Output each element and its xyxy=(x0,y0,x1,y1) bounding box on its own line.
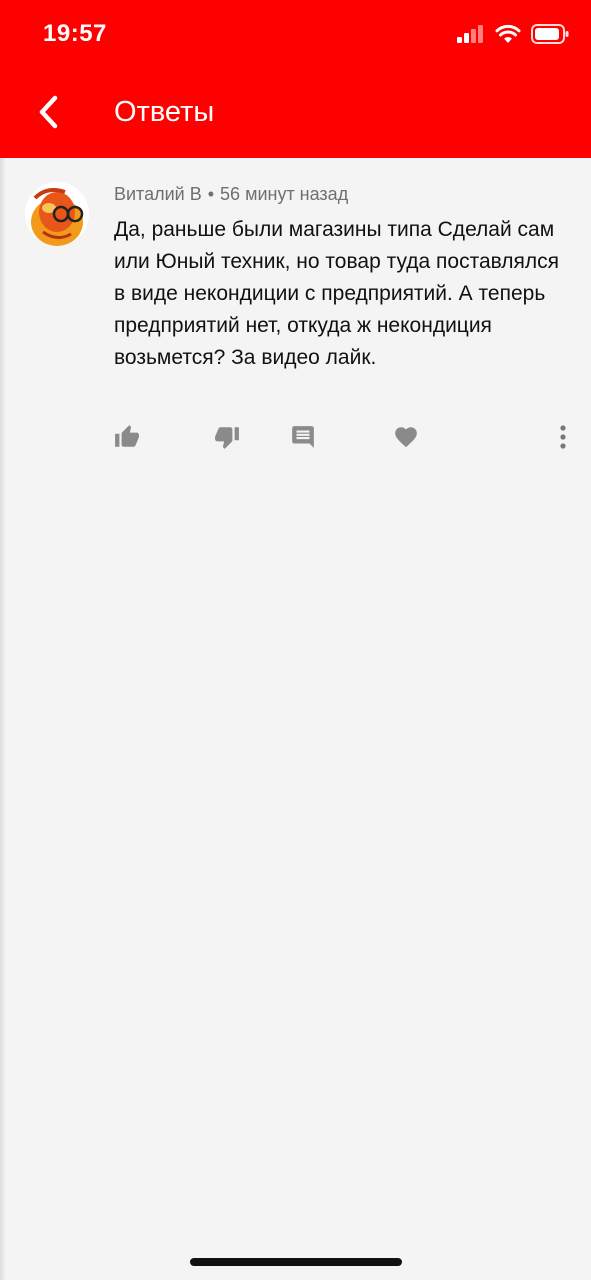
page-title: Ответы xyxy=(114,96,215,128)
more-options-button[interactable] xyxy=(548,424,578,454)
more-vertical-icon xyxy=(558,424,568,455)
heart-icon xyxy=(393,424,419,455)
battery-icon xyxy=(531,23,569,49)
heart-button[interactable] xyxy=(391,424,421,454)
reply-icon xyxy=(290,424,316,455)
avatar[interactable] xyxy=(25,182,89,246)
thumb-up-icon xyxy=(114,424,140,455)
back-button[interactable] xyxy=(26,90,70,138)
thumb-down-icon xyxy=(214,424,240,455)
edge-shadow xyxy=(0,158,6,1280)
status-icons xyxy=(457,23,569,49)
app-header: 19:57 Ответы xyxy=(0,0,591,158)
comment-text: Да, раньше были магазины типа Сделай сам… xyxy=(114,218,560,369)
home-indicator[interactable] xyxy=(190,1258,402,1266)
comment-author[interactable]: Виталий В xyxy=(114,184,202,204)
comment-time: 56 минут назад xyxy=(220,184,349,204)
chevron-left-icon xyxy=(37,95,59,134)
like-button[interactable] xyxy=(112,424,142,454)
meta-separator: • xyxy=(207,184,215,204)
comment-actions xyxy=(0,424,591,458)
reply-button[interactable] xyxy=(288,424,318,454)
wifi-icon xyxy=(495,24,521,49)
status-time: 19:57 xyxy=(43,20,107,47)
cellular-signal-icon xyxy=(457,24,485,48)
comment-meta: Виталий В • 56 минут назад xyxy=(114,184,348,205)
dislike-button[interactable] xyxy=(212,424,242,454)
